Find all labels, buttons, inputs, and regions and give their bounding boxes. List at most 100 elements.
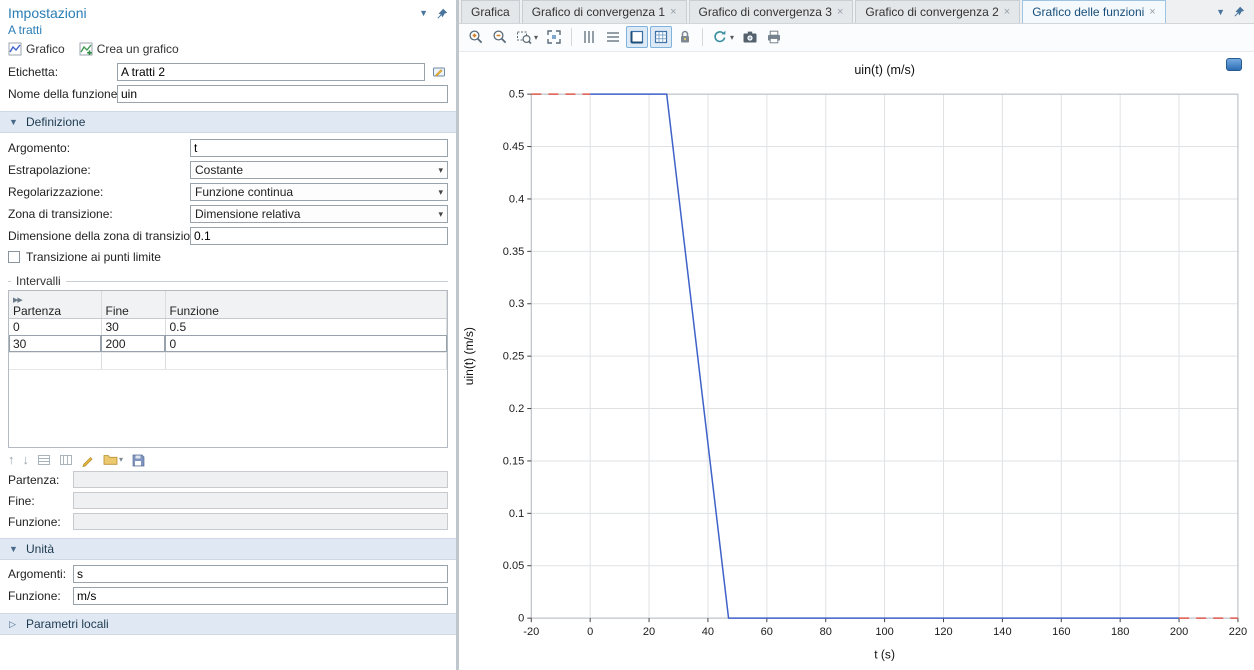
intervals-group-title: Intervalli (16, 274, 61, 288)
lock-icon (677, 29, 693, 45)
svg-text:uin(t) (m/s): uin(t) (m/s) (854, 63, 915, 77)
tab-grafica[interactable]: Grafica (461, 0, 520, 23)
grid-box-icon (653, 29, 669, 45)
close-icon[interactable]: × (837, 6, 843, 18)
table-row-empty[interactable] (9, 352, 447, 369)
edit-function-button[interactable] (81, 453, 95, 467)
move-up-button[interactable]: ↑ (8, 452, 15, 467)
svg-text:180: 180 (1111, 626, 1129, 638)
smoothing-label: Regolarizzazione: (8, 185, 185, 199)
table-row[interactable]: 0 30 0.5 (9, 318, 447, 335)
argument-label: Argomento: (8, 141, 185, 155)
close-icon[interactable]: × (670, 6, 676, 18)
cell[interactable]: 0 (9, 318, 101, 335)
cell[interactable]: 0 (165, 335, 447, 352)
settings-menu-caret-icon[interactable]: ▼ (419, 8, 428, 18)
function-plot-svg: -2002040608010012014016018020022000.050.… (459, 52, 1254, 670)
cell[interactable] (9, 352, 101, 369)
snapshot-button[interactable] (739, 26, 761, 48)
end-detail-input[interactable] (73, 492, 448, 509)
svg-text:60: 60 (761, 626, 773, 638)
units-function-input[interactable] (73, 587, 448, 605)
zoom-extents-button[interactable] (543, 26, 565, 48)
units-arguments-input[interactable] (73, 565, 448, 583)
tab-grafico-delle-funzioni[interactable]: Grafico delle funzioni × (1022, 0, 1166, 23)
zoom-in-button[interactable] (465, 26, 487, 48)
svg-text:0.45: 0.45 (503, 141, 524, 153)
svg-text:-20: -20 (523, 626, 539, 638)
create-plot-button-label: Crea un grafico (97, 42, 179, 56)
delete-row-button[interactable] (59, 453, 73, 467)
lock-axes-button[interactable] (674, 26, 696, 48)
chevron-down-icon: ▾ (438, 187, 443, 198)
tab-grafico-di-convergenza-3[interactable]: Grafico di convergenza 3 × (689, 0, 854, 23)
start-detail-label: Partenza: (8, 473, 68, 487)
add-row-button[interactable] (37, 453, 51, 467)
units-arguments-label: Argomenti: (8, 567, 68, 581)
tab-label: Grafico di convergenza 3 (699, 5, 832, 19)
close-icon[interactable]: × (1004, 6, 1010, 18)
settings-pin-icon[interactable] (437, 8, 448, 19)
function-name-input[interactable] (117, 85, 448, 103)
transition-size-input[interactable] (190, 227, 448, 245)
section-definizione-header[interactable]: ▼ Definizione (0, 111, 456, 133)
svg-text:120: 120 (934, 626, 952, 638)
create-plot-icon (79, 42, 93, 56)
label-input[interactable] (117, 63, 425, 81)
tab-grafico-di-convergenza-2[interactable]: Grafico di convergenza 2 × (855, 0, 1020, 23)
cell[interactable]: 0.5 (165, 318, 447, 335)
tabbar-pin-icon[interactable] (1234, 6, 1245, 17)
show-grid-toggle-button[interactable] (650, 26, 672, 48)
graphics-toolbar: ▾ ▾ (459, 24, 1254, 52)
load-file-button[interactable]: ▾ (103, 453, 123, 466)
start-detail-input[interactable] (73, 471, 448, 488)
refresh-plot-button[interactable]: ▾ (709, 26, 737, 48)
smoothing-select[interactable]: Funzione continua ▾ (190, 183, 448, 201)
section-unita-header[interactable]: ▼ Unità (0, 538, 456, 560)
show-axes-toggle-button[interactable] (626, 26, 648, 48)
argument-input[interactable] (190, 139, 448, 157)
svg-text:0.1: 0.1 (509, 508, 524, 520)
zoom-box-icon (516, 29, 532, 45)
collapse-definizione-icon: ▼ (9, 117, 19, 127)
toolbar-separator (571, 28, 572, 46)
tabbar-menu-caret-icon[interactable]: ▼ (1216, 7, 1225, 17)
chevron-down-icon: ▾ (438, 209, 443, 220)
cell[interactable] (101, 352, 165, 369)
plot-button-label: Grafico (26, 42, 65, 56)
section-definizione-title: Definizione (26, 115, 85, 129)
section-parametri-locali-header[interactable]: ▷ Parametri locali (0, 613, 456, 635)
plot-button[interactable]: Grafico (8, 42, 65, 56)
close-icon[interactable]: × (1149, 6, 1155, 18)
endpoint-transition-checkbox[interactable] (8, 251, 20, 263)
plot-window-icon[interactable] (1226, 58, 1242, 71)
intervals-table[interactable]: ▶▶ Partenza Fine Funzione 0 30 0.5 30 (8, 290, 448, 448)
svg-text:uin(t) (m/s): uin(t) (m/s) (462, 327, 476, 385)
function-detail-input[interactable] (73, 513, 448, 530)
tab-label: Grafico delle funzioni (1032, 5, 1144, 19)
transition-zone-select[interactable]: Dimensione relativa ▾ (190, 205, 448, 223)
function-name-label: Nome della funzione: (8, 87, 112, 101)
load-file-caret-icon: ▾ (119, 455, 123, 464)
zoom-out-icon (492, 29, 508, 45)
rename-label-button[interactable] (430, 63, 448, 81)
label-field-label: Etichetta: (8, 65, 112, 79)
axis-y-lines-button[interactable] (602, 26, 624, 48)
cell[interactable]: 30 (101, 318, 165, 335)
save-file-button[interactable] (131, 453, 145, 467)
move-down-button[interactable]: ↓ (23, 452, 30, 467)
axes-box-icon (629, 29, 645, 45)
zoom-out-button[interactable] (489, 26, 511, 48)
zoom-box-button[interactable]: ▾ (513, 26, 541, 48)
plot-icon (8, 42, 22, 56)
create-plot-button[interactable]: Crea un grafico (79, 42, 179, 56)
svg-text:0.05: 0.05 (503, 560, 524, 572)
cell[interactable] (165, 352, 447, 369)
tab-grafico-di-convergenza-1[interactable]: Grafico di convergenza 1 × (522, 0, 687, 23)
print-button[interactable] (763, 26, 785, 48)
table-row[interactable]: 30 200 0 (9, 335, 447, 352)
cell[interactable]: 200 (101, 335, 165, 352)
axis-x-lines-button[interactable] (578, 26, 600, 48)
extrapolation-select[interactable]: Costante ▾ (190, 161, 448, 179)
cell[interactable]: 30 (9, 335, 101, 352)
